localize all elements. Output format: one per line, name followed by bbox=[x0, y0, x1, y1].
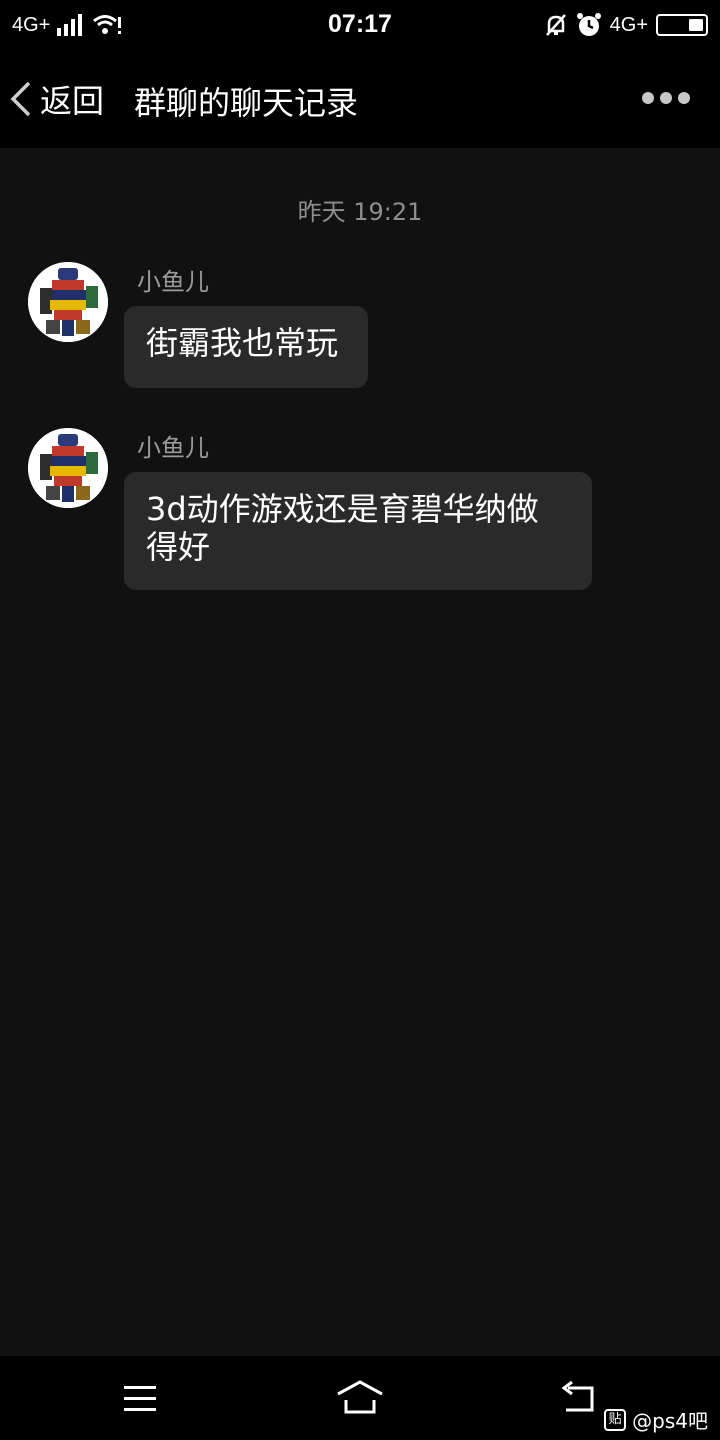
menu-button[interactable] bbox=[116, 1378, 164, 1418]
menu-icon bbox=[124, 1386, 156, 1411]
avatar[interactable] bbox=[28, 428, 108, 508]
message-bubble[interactable]: 3d动作游戏还是育碧华纳做得好 bbox=[124, 472, 592, 590]
message-bubble[interactable]: 街霸我也常玩 bbox=[124, 306, 368, 388]
battery-icon bbox=[656, 14, 708, 36]
header-bar: 返回 群聊的聊天记录 bbox=[0, 50, 720, 148]
chat-history-screen: 4G+ 07:17 4G+ 返回 群聊的聊天记录 昨天 19:21 小鱼儿 街霸… bbox=[0, 0, 720, 1440]
alarm-icon bbox=[576, 13, 601, 36]
sender-name: 小鱼儿 bbox=[137, 268, 209, 296]
avatar[interactable] bbox=[28, 262, 108, 342]
tieba-badge-icon: 贴 bbox=[604, 1408, 627, 1431]
watermark: 贴 @ps4吧 bbox=[604, 1405, 708, 1434]
message-timestamp: 昨天 19:21 bbox=[297, 198, 423, 226]
system-nav-bar: 贴 @ps4吧 bbox=[0, 1356, 720, 1440]
home-button[interactable] bbox=[336, 1378, 384, 1418]
back-label: 返回 bbox=[40, 82, 105, 120]
status-right: 4G+ bbox=[544, 10, 708, 40]
status-bar: 4G+ 07:17 4G+ bbox=[0, 0, 720, 50]
chevron-left-icon bbox=[10, 81, 31, 117]
robot-avatar-icon bbox=[28, 262, 108, 342]
more-dot-icon bbox=[660, 92, 672, 104]
watermark-text: @ps4吧 bbox=[632, 1409, 708, 1433]
back-button[interactable]: 返回 bbox=[10, 76, 104, 122]
sender-name: 小鱼儿 bbox=[137, 434, 209, 462]
robot-avatar-icon bbox=[28, 428, 108, 508]
more-dot-icon bbox=[642, 92, 654, 104]
return-icon bbox=[561, 1380, 594, 1412]
return-button[interactable] bbox=[556, 1378, 604, 1418]
more-options-button[interactable] bbox=[642, 86, 690, 110]
network-type-right: 4G+ bbox=[609, 13, 648, 36]
page-title: 群聊的聊天记录 bbox=[134, 84, 359, 122]
home-icon bbox=[337, 1380, 383, 1414]
more-dot-icon bbox=[678, 92, 690, 104]
mute-icon bbox=[545, 14, 566, 36]
chat-area[interactable]: 昨天 19:21 小鱼儿 街霸我也常玩 小鱼儿 3d动作游戏还是育碧华纳做得好 bbox=[0, 148, 720, 1356]
